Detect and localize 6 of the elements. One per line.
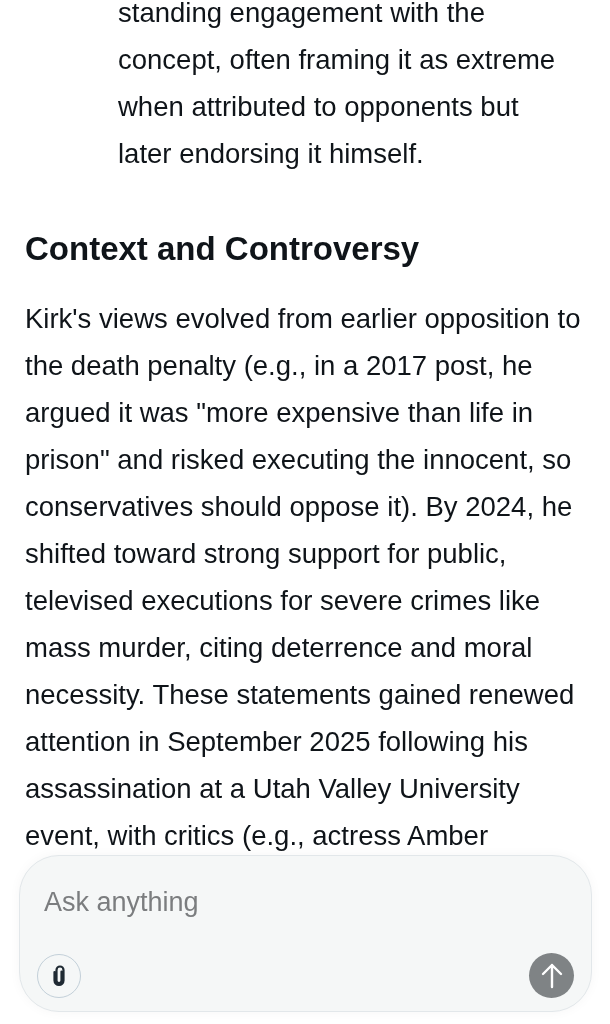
- list-item-text: standing engagement with the concept, often framing it as extreme when attributed to opponents but later endorsing it himself.: [118, 0, 556, 171]
- section-heading: Context and Controversy: [25, 229, 420, 269]
- arrow-up-icon: [540, 962, 563, 989]
- message-input[interactable]: Ask anything: [37, 882, 574, 922]
- paragraph-text: Kirk's views evolved from earlier opposition to the death penalty (e.g., in a 2017 post, he argued it was "more expensive than life in prison" and risked executing the innocent, so conservatives should oppose it). By 2024, he shifted toward strong support for public, televised executions for severe crimes like mass murder, citing deterrence and moral necessity. These statements gained renewed attention in September 2025 following his assassination at a Utah Valley University event, with critics (e.g., actress Amber: [25, 302, 581, 853]
- paperclip-icon: [52, 964, 66, 987]
